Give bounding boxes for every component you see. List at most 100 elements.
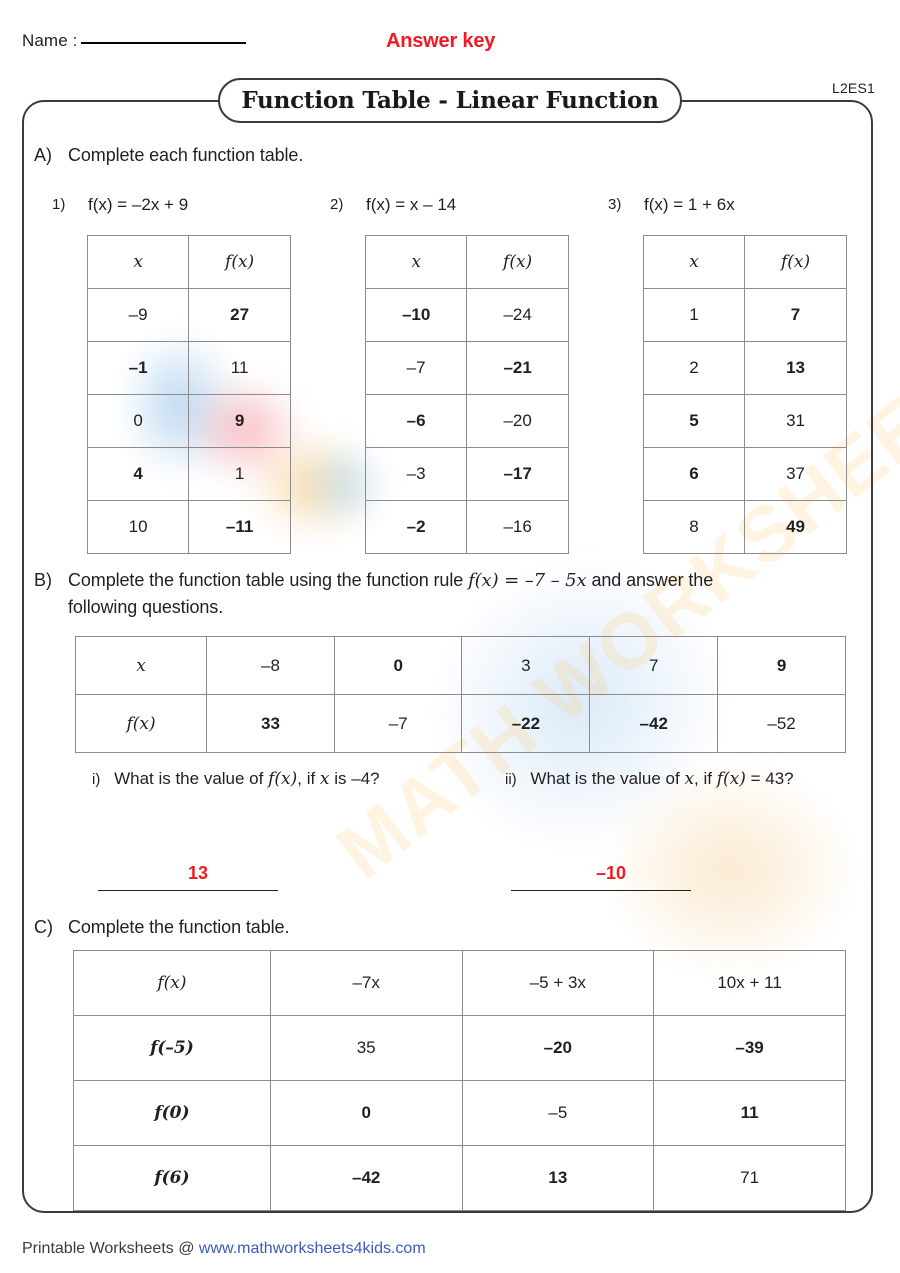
cell-x[interactable]: –6 [364, 394, 468, 448]
cell-value[interactable]: 13 [461, 1145, 655, 1211]
cell-x[interactable]: –7 [364, 341, 468, 395]
column-header-x: x [364, 235, 468, 289]
cell-x[interactable]: –9 [86, 288, 190, 342]
cell-fx[interactable]: –24 [466, 288, 569, 342]
cell-x[interactable]: 0 [333, 636, 463, 695]
question-ii-text-a: What is the value of [530, 769, 685, 788]
cell-value[interactable]: –42 [269, 1145, 463, 1211]
cell-x[interactable]: 4 [86, 447, 190, 501]
footer-prefix: Printable Worksheets @ [22, 1240, 199, 1257]
table-row: –7 –21 [364, 341, 569, 395]
cell-fx[interactable]: –20 [466, 394, 569, 448]
cell-fx[interactable]: –17 [466, 447, 569, 501]
cell-x[interactable]: –3 [364, 447, 468, 501]
question-ii-text-b: , if [694, 769, 717, 788]
table-row: –10 –24 [364, 288, 569, 342]
table-row: f(–5) 35 –20 –39 [73, 1015, 846, 1081]
problem-number-2: 2) [330, 196, 344, 213]
cell-fx[interactable]: –42 [589, 694, 719, 753]
answer-i-line[interactable] [98, 889, 278, 891]
row-header-x: x [74, 636, 208, 695]
cell-value[interactable]: –5 [461, 1080, 655, 1146]
function-rule-1: f(x) = –2x + 9 [88, 195, 189, 214]
column-header-x: x [642, 235, 746, 289]
cell-fx[interactable]: 1 [188, 447, 291, 501]
function-table-c: f(x) –7x –5 + 3x 10x + 11 f(–5) 35 –20 –… [73, 950, 846, 1211]
cell-x[interactable]: 5 [642, 394, 746, 448]
cell-fx[interactable]: 7 [744, 288, 847, 342]
name-input-line[interactable] [81, 28, 247, 44]
cell-x[interactable]: –8 [206, 636, 335, 695]
footer: Printable Worksheets @ www.mathworksheet… [22, 1240, 426, 1258]
cell-fx[interactable]: –22 [461, 694, 591, 753]
row-label[interactable]: f(6) [73, 1145, 271, 1211]
cell-value[interactable]: –39 [653, 1015, 846, 1081]
cell-x[interactable]: –2 [364, 500, 468, 554]
cell-fx[interactable]: 33 [206, 694, 335, 753]
table-header-row: x f(x) [642, 235, 847, 289]
table-row-x: x –8 0 3 7 9 [74, 636, 846, 695]
cell-fx[interactable]: –16 [466, 500, 569, 554]
cell-x[interactable]: 3 [461, 636, 591, 695]
cell-x[interactable]: 10 [86, 500, 190, 554]
cell-fx[interactable]: 27 [188, 288, 291, 342]
footer-url[interactable]: www.mathworksheets4kids.com [199, 1240, 426, 1257]
cell-x[interactable]: 0 [86, 394, 190, 448]
cell-fx[interactable]: –11 [188, 500, 291, 554]
cell-fx[interactable]: –21 [466, 341, 569, 395]
cell-fx[interactable]: 9 [188, 394, 291, 448]
column-header-fx: f(x) [466, 235, 569, 289]
table-row: –2 –16 [364, 500, 569, 554]
row-label[interactable]: f(–5) [73, 1015, 271, 1081]
cell-x[interactable]: 1 [642, 288, 746, 342]
section-b-rule: f(x) = –7 – 5x [468, 570, 587, 591]
cell-fx[interactable]: 31 [744, 394, 847, 448]
cell-x[interactable]: 9 [717, 636, 846, 695]
question-i: i) What is the value of f(x), if x is –4… [92, 769, 380, 789]
cell-x[interactable]: 6 [642, 447, 746, 501]
name-field-row: Name : [22, 28, 247, 51]
answer-ii-line[interactable] [511, 889, 691, 891]
cell-value[interactable]: 11 [653, 1080, 846, 1146]
cell-value[interactable]: 71 [653, 1145, 846, 1211]
function-table-1: x f(x) –9 27 –1 11 0 9 4 1 10 –11 [86, 235, 291, 554]
cell-fx[interactable]: 11 [188, 341, 291, 395]
column-header-expr-2: –5 + 3x [461, 950, 655, 1016]
question-ii-number: ii) [505, 771, 517, 788]
cell-x[interactable]: 8 [642, 500, 746, 554]
cell-value[interactable]: 35 [269, 1015, 463, 1081]
function-table-2: x f(x) –10 –24 –7 –21 –6 –20 –3 –17 –2 –… [364, 235, 569, 554]
table-row: –9 27 [86, 288, 291, 342]
section-c-instruction: Complete the function table. [68, 917, 290, 937]
cell-x[interactable]: 7 [589, 636, 719, 695]
cell-x[interactable]: –1 [86, 341, 190, 395]
cell-value[interactable]: –20 [461, 1015, 655, 1081]
section-b-instruction-part1: Complete the function table using the fu… [68, 570, 469, 590]
cell-fx[interactable]: –7 [333, 694, 463, 753]
column-header-expr-3: 10x + 11 [653, 950, 846, 1016]
question-i-text-b: , if [297, 769, 320, 788]
cell-fx[interactable]: 13 [744, 341, 847, 395]
cell-x[interactable]: 2 [642, 341, 746, 395]
table-row: –3 –17 [364, 447, 569, 501]
cell-value[interactable]: 0 [269, 1080, 463, 1146]
cell-fx[interactable]: 49 [744, 500, 847, 554]
table-row: 0 9 [86, 394, 291, 448]
table-row: 8 49 [642, 500, 847, 554]
answer-ii-value: –10 [595, 863, 627, 883]
row-label[interactable]: f(0) [73, 1080, 271, 1146]
table-row: 5 31 [642, 394, 847, 448]
table-row: 10 –11 [86, 500, 291, 554]
table-row: f(6) –42 13 71 [73, 1145, 846, 1211]
answer-i-value: 13 [187, 863, 209, 883]
column-header-x: x [86, 235, 190, 289]
cell-fx[interactable]: –52 [717, 694, 846, 753]
name-label: Name : [22, 31, 78, 50]
table-header-row: x f(x) [364, 235, 569, 289]
question-i-sym-b: x [319, 769, 330, 789]
cell-fx[interactable]: 37 [744, 447, 847, 501]
question-ii-text-c: = 43? [745, 769, 794, 788]
section-b-instruction-part2: and answer the [586, 570, 714, 590]
table-row: –1 11 [86, 341, 291, 395]
cell-x[interactable]: –10 [364, 288, 468, 342]
